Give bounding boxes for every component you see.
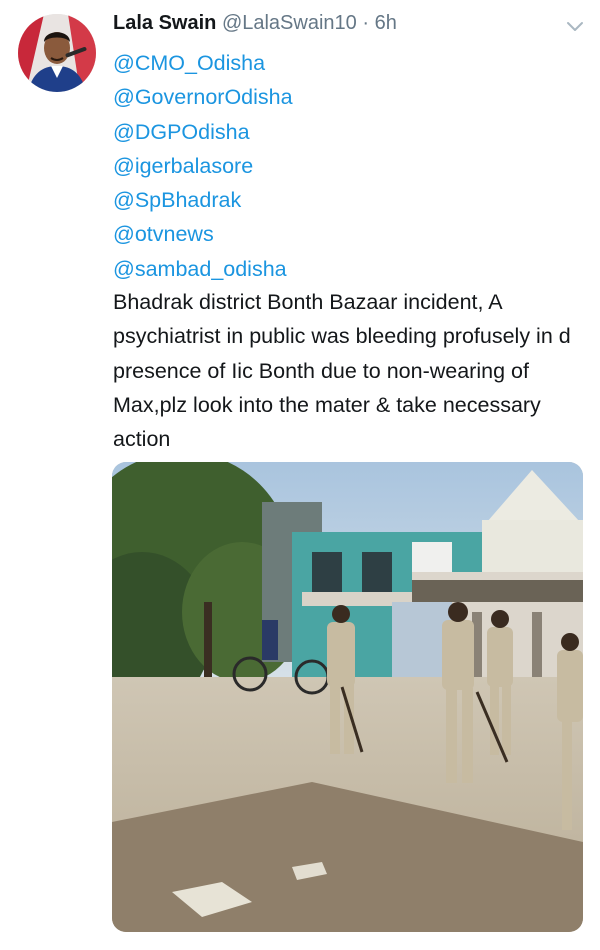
mention-link[interactable]: @otvnews bbox=[113, 217, 293, 251]
tweet-media-image[interactable] bbox=[112, 462, 583, 932]
mention-link[interactable]: @DGPOdisha bbox=[113, 115, 293, 149]
mention-link[interactable]: @sambad_odisha bbox=[113, 252, 293, 286]
author-name[interactable]: Lala Swain bbox=[113, 12, 216, 34]
timestamp[interactable]: 6h bbox=[375, 12, 397, 34]
tweet-text: Bhadrak district Bonth Bazaar incident, … bbox=[113, 290, 571, 452]
separator-dot: · bbox=[362, 12, 370, 34]
mention-link[interactable]: @SpBhadrak bbox=[113, 183, 293, 217]
avatar[interactable] bbox=[18, 14, 96, 92]
mention-link[interactable]: @GovernorOdisha bbox=[113, 80, 293, 114]
tweet-card[interactable]: Lala Swain @LalaSwain10 · 6h @CMO_Odisha… bbox=[0, 0, 600, 950]
tweet-header: Lala Swain @LalaSwain10 · 6h bbox=[113, 12, 397, 42]
chevron-down-icon[interactable] bbox=[563, 18, 587, 36]
author-handle[interactable]: @LalaSwain10 bbox=[222, 12, 357, 34]
mention-link[interactable]: @CMO_Odisha bbox=[113, 46, 293, 80]
mention-list: @CMO_Odisha @GovernorOdisha @DGPOdisha @… bbox=[113, 46, 293, 286]
mention-link[interactable]: @igerbalasore bbox=[113, 149, 293, 183]
